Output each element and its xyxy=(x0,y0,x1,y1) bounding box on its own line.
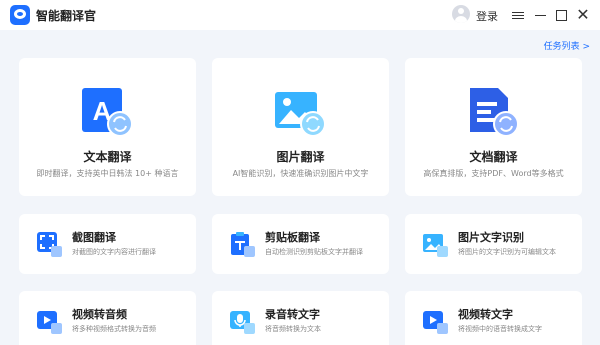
card-title: 图片文字识别 xyxy=(458,231,524,244)
image-ocr-card[interactable]: 图片文字识别 将图片的文字识别为可编辑文本 xyxy=(405,214,582,274)
card-title: 视频转音频 xyxy=(72,308,127,321)
video-to-text-icon xyxy=(423,311,448,334)
card-description: 高保真排版，支持PDF、Word等多格式 xyxy=(423,169,564,178)
card-title: 截图翻译 xyxy=(72,231,116,244)
screenshot-translate-icon xyxy=(37,232,62,257)
login-link[interactable]: 登录 xyxy=(476,8,498,24)
card-title: 图片翻译 xyxy=(276,150,325,164)
audio-to-text-icon xyxy=(230,311,255,334)
card-description: 对截图的文字内容进行翻译 xyxy=(72,248,156,256)
maximize-icon xyxy=(555,9,567,21)
video-to-text-card[interactable]: 视频转文字 将视频中的语音转换成文字 xyxy=(405,291,582,345)
text-translate-icon: A xyxy=(82,88,132,137)
clipboard-translate-card[interactable]: 剪贴板翻译 自动检测识别剪贴板文字并翻译 xyxy=(212,214,389,274)
card-description: 将多种视频格式转换为音频 xyxy=(72,325,156,333)
image-translate-icon xyxy=(275,92,325,137)
card-title: 视频转文字 xyxy=(458,308,513,321)
menu-button[interactable] xyxy=(508,5,528,25)
minimize-icon xyxy=(534,14,546,16)
card-description: 将图片的文字识别为可编辑文本 xyxy=(458,248,556,256)
card-description: 将音频转换为文本 xyxy=(265,325,321,333)
card-title: 文本翻译 xyxy=(83,150,132,164)
card-description: 即时翻译，支持英中日韩法 10+ 种语言 xyxy=(36,169,179,178)
audio-to-text-card[interactable]: 录音转文字 将音频转换为文本 xyxy=(212,291,389,345)
minimize-button[interactable] xyxy=(530,5,550,25)
card-description: 自动检测识别剪贴板文字并翻译 xyxy=(265,248,363,256)
card-description: 将视频中的语音转换成文字 xyxy=(458,325,542,333)
image-ocr-icon xyxy=(423,234,448,257)
card-title: 文档翻译 xyxy=(469,150,518,164)
card-title: 录音转文字 xyxy=(265,308,320,321)
clipboard-translate-icon xyxy=(231,232,255,257)
menu-icon xyxy=(512,10,524,21)
document-translate-icon xyxy=(470,88,518,137)
app-logo-icon xyxy=(10,5,30,25)
image-translate-card[interactable]: 图片翻译 AI智能识别，快速准确识别图片中文字 xyxy=(212,58,389,196)
card-title: 剪贴板翻译 xyxy=(265,231,320,244)
screenshot-translate-card[interactable]: 截图翻译 对截图的文字内容进行翻译 xyxy=(19,214,196,274)
title-bar: 智能翻译官 登录 ✕ xyxy=(0,0,600,30)
text-translate-card[interactable]: A 文本翻译 即时翻译，支持英中日韩法 10+ 种语言 xyxy=(19,58,196,196)
video-to-audio-card[interactable]: 视频转音频 将多种视频格式转换为音频 xyxy=(19,291,196,345)
document-translate-card[interactable]: 文档翻译 高保真排版，支持PDF、Word等多格式 xyxy=(405,58,582,196)
app-title: 智能翻译官 xyxy=(36,9,97,23)
task-list-link[interactable]: 任务列表 > xyxy=(544,39,590,52)
close-icon: ✕ xyxy=(576,5,590,24)
close-button[interactable]: ✕ xyxy=(573,5,593,25)
maximize-button[interactable] xyxy=(551,5,571,25)
card-description: AI智能识别，快速准确识别图片中文字 xyxy=(232,169,369,178)
avatar[interactable] xyxy=(452,5,470,23)
video-to-audio-icon xyxy=(37,311,62,334)
